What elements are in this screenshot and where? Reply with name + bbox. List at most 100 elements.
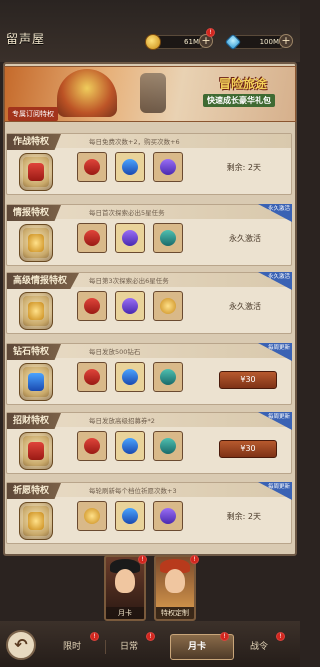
reward-item-icon[interactable] xyxy=(153,291,183,321)
item-glyph xyxy=(122,438,138,454)
item-glyph xyxy=(84,230,100,246)
privilege-card: 作战特权 每日免费次数+2，购买次数+6 剩余: 2天 xyxy=(6,133,292,195)
card-title: 招财特权 xyxy=(7,413,62,429)
card-title: 钻石特权 xyxy=(7,344,62,360)
item-glyph xyxy=(122,369,138,385)
tab-limited[interactable]: 限时 xyxy=(63,640,81,654)
privilege-emblem-icon xyxy=(19,502,53,540)
item-glyph xyxy=(84,298,100,314)
reward-item-icon[interactable] xyxy=(115,501,145,531)
notification-badge: ! xyxy=(90,632,99,641)
item-glyph xyxy=(122,230,138,246)
notification-badge: ! xyxy=(138,555,147,564)
card-description: 每日发放高级招募券*2 xyxy=(89,417,155,425)
emblem-core xyxy=(28,442,44,460)
reward-items xyxy=(77,152,183,184)
tab-daily[interactable]: 日常 xyxy=(120,640,138,654)
reward-items xyxy=(77,362,183,394)
reward-item-icon[interactable] xyxy=(115,362,145,392)
privilege-status-text: 剩余: 2天 xyxy=(226,163,261,172)
reward-item-icon[interactable] xyxy=(153,362,183,392)
add-gem-button[interactable]: + xyxy=(279,34,293,48)
item-glyph xyxy=(84,369,100,385)
gem-value: 100M xyxy=(259,38,279,46)
card-portraits: 月卡 ! 特权定制 ! xyxy=(100,555,200,621)
item-glyph xyxy=(160,159,176,175)
portrait-label: 特权定制 xyxy=(156,607,194,619)
notification-badge: ! xyxy=(146,632,155,641)
item-glyph xyxy=(160,230,176,246)
item-glyph xyxy=(160,438,176,454)
reward-item-icon[interactable] xyxy=(115,223,145,253)
purchase-button[interactable]: ¥30 xyxy=(219,371,277,389)
privilege-card: 高级情报特权 每日第3次探索必出6星任务 永久激活 永久激活 xyxy=(6,272,292,334)
reward-item-icon[interactable] xyxy=(115,291,145,321)
card-title: 祈愿特权 xyxy=(7,483,62,499)
monthly-card-portrait[interactable]: 月卡 xyxy=(104,555,146,621)
card-title: 高级情报特权 xyxy=(7,273,80,289)
banner-tag: 专属订阅特权 xyxy=(8,107,58,121)
custom-privilege-portrait[interactable]: 特权定制 xyxy=(154,555,196,621)
reward-item-icon[interactable] xyxy=(153,431,183,461)
card-description: 每轮刷新每个档位祈愿次数+3 xyxy=(89,487,177,495)
item-glyph xyxy=(122,159,138,175)
privilege-emblem-icon xyxy=(19,292,53,330)
purchase-button[interactable]: ¥30 xyxy=(219,440,277,458)
card-title: 情报特权 xyxy=(7,205,62,221)
reward-item-icon[interactable] xyxy=(77,501,107,531)
item-glyph xyxy=(160,369,176,385)
reward-item-icon[interactable] xyxy=(77,362,107,392)
notification-badge: ! xyxy=(190,555,199,564)
character-art xyxy=(57,69,117,117)
reward-item-icon[interactable] xyxy=(153,501,183,531)
reward-item-icon[interactable] xyxy=(153,223,183,253)
reward-item-icon[interactable] xyxy=(77,223,107,253)
card-description: 每日首次探索必出5星任务 xyxy=(89,209,165,217)
card-description: 每日发放500钻石 xyxy=(89,348,141,356)
gold-coin-icon xyxy=(145,34,161,50)
emblem-core xyxy=(28,373,44,391)
item-glyph xyxy=(160,298,176,314)
tab-battle-pass[interactable]: 战令 xyxy=(250,640,268,654)
privilege-card: 祈愿特权 每轮刷新每个档位祈愿次数+3 每周更新 剩余: 2天 xyxy=(6,482,292,544)
character-face xyxy=(115,569,135,593)
banner-title: 冒险旅途 xyxy=(218,77,267,91)
item-glyph xyxy=(122,298,138,314)
card-description: 每日免费次数+2，购买次数+6 xyxy=(89,138,180,146)
privilege-emblem-icon xyxy=(19,153,53,191)
reward-item-icon[interactable] xyxy=(153,152,183,182)
privilege-status-text: 永久激活 xyxy=(229,302,261,311)
reward-item-icon[interactable] xyxy=(115,152,145,182)
item-glyph xyxy=(84,159,100,175)
privilege-emblem-icon xyxy=(19,224,53,262)
gold-counter: 61M + ! xyxy=(145,28,215,50)
gem-counter: 100M + xyxy=(224,33,293,51)
emblem-core xyxy=(28,302,44,320)
privilege-card: 招财特权 每日发放高级招募券*2 每周更新 ¥30 xyxy=(6,412,292,474)
card-title: 作战特权 xyxy=(7,134,62,150)
reward-item-icon[interactable] xyxy=(77,152,107,182)
privilege-card: 情报特权 每日首次探索必出5星任务 永久激活 永久激活 xyxy=(6,204,292,266)
reward-item-icon[interactable] xyxy=(77,291,107,321)
notification-badge: ! xyxy=(220,632,229,641)
banner-subtitle: 快速成长豪华礼包 xyxy=(203,94,275,107)
adventure-pack-banner[interactable]: 冒险旅途 快速成长豪华礼包 专属订阅特权 xyxy=(4,66,296,122)
tab-monthly-card[interactable]: 月卡 xyxy=(188,640,206,654)
privilege-status-text: 永久激活 xyxy=(229,234,261,243)
reward-items xyxy=(77,501,183,533)
back-button[interactable]: ↶ xyxy=(6,630,36,660)
reward-items xyxy=(77,291,183,323)
reward-item-icon[interactable] xyxy=(77,431,107,461)
privilege-card: 钻石特权 每日发放500钻石 每周更新 ¥30 xyxy=(6,343,292,405)
reward-item-icon[interactable] xyxy=(115,431,145,461)
character-art-secondary xyxy=(140,73,166,113)
portrait-label: 月卡 xyxy=(106,607,144,619)
item-glyph xyxy=(84,438,100,454)
item-glyph xyxy=(160,508,176,524)
item-glyph xyxy=(122,508,138,524)
character-face xyxy=(165,569,185,593)
item-glyph xyxy=(84,508,100,524)
reward-items xyxy=(77,431,183,463)
emblem-core xyxy=(28,234,44,252)
privilege-emblem-icon xyxy=(19,363,53,401)
